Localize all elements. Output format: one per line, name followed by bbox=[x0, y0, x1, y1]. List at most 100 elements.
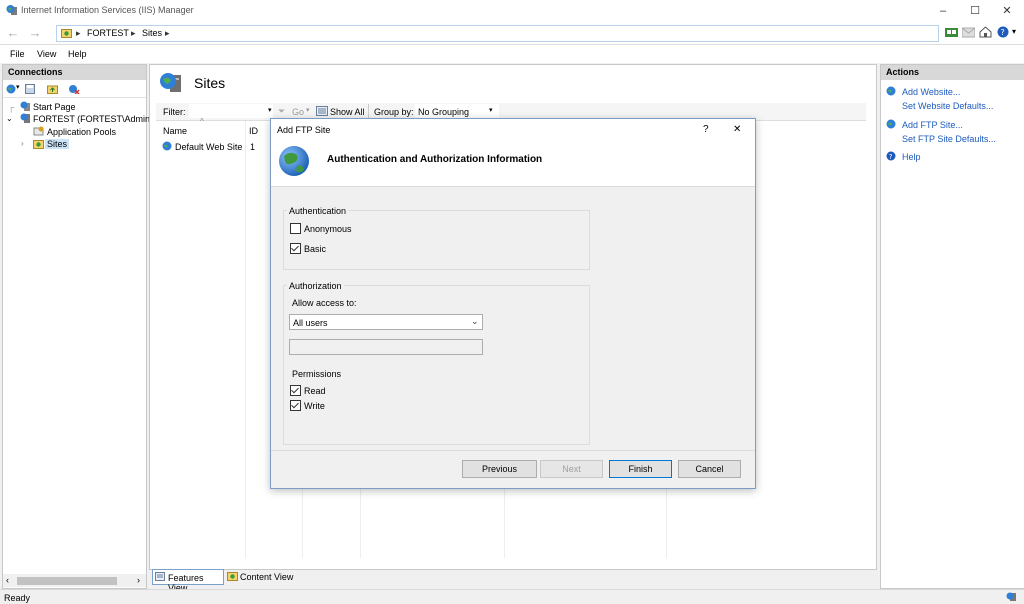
filter-label: Filter: bbox=[163, 107, 186, 117]
help-icon[interactable]: ? bbox=[997, 26, 1009, 38]
allow-access-select[interactable]: All users ⌄ bbox=[289, 314, 483, 330]
globe-icon bbox=[279, 146, 309, 176]
connect-globe-icon[interactable] bbox=[6, 84, 16, 94]
tree-server[interactable]: FORTEST (FORTEST\Administ bbox=[33, 114, 159, 124]
website-globe-icon bbox=[162, 141, 172, 151]
go-dropdown-icon[interactable]: ▾ bbox=[306, 106, 310, 114]
action-add-ftp-site[interactable]: Add FTP Site... bbox=[902, 120, 963, 130]
group-by-select[interactable]: No Grouping ▾ bbox=[415, 104, 499, 118]
finish-button[interactable]: Finish bbox=[609, 460, 672, 478]
dialog-header: Add FTP Site ? ✕ Authentication and Auth… bbox=[271, 119, 755, 187]
status-server-icon bbox=[1006, 592, 1016, 601]
close-window-button[interactable]: ✕ bbox=[994, 3, 1020, 19]
app-pools-icon bbox=[33, 126, 44, 136]
tree-sites[interactable]: Sites bbox=[45, 139, 70, 149]
cancel-button[interactable]: Cancel bbox=[678, 460, 741, 478]
menu-view[interactable]: View bbox=[37, 49, 56, 59]
network-icon[interactable] bbox=[945, 27, 958, 38]
tree-start-page[interactable]: Start Page bbox=[33, 102, 76, 112]
help-dropdown-icon[interactable]: ▾ bbox=[1012, 27, 1016, 36]
window-titlebar: Internet Information Services (IIS) Mana… bbox=[0, 0, 1024, 22]
back-arrow-icon[interactable]: ← bbox=[4, 25, 22, 41]
tree-application-pools[interactable]: Application Pools bbox=[47, 127, 116, 137]
features-view-tab[interactable]: Features View bbox=[152, 569, 224, 593]
menu-file[interactable]: File bbox=[10, 49, 25, 59]
authentication-label: Authentication bbox=[287, 206, 349, 216]
actions-title: Actions bbox=[881, 65, 1024, 80]
column-header-id[interactable]: ID bbox=[249, 126, 258, 136]
tree-line: ┌ bbox=[8, 102, 15, 112]
connections-title: Connections bbox=[3, 65, 146, 80]
scroll-right-icon[interactable]: › bbox=[137, 575, 140, 585]
action-add-website[interactable]: Add Website... bbox=[902, 87, 960, 97]
server-icon bbox=[20, 113, 30, 123]
column-divider bbox=[245, 121, 246, 558]
content-view-tab[interactable]: Content View bbox=[225, 569, 295, 583]
sort-indicator-icon: ^ bbox=[200, 117, 204, 126]
start-page-icon bbox=[20, 101, 30, 111]
breadcrumb-sites[interactable]: Sites bbox=[142, 28, 162, 38]
save-icon[interactable] bbox=[25, 84, 35, 94]
svg-text:?: ? bbox=[889, 153, 893, 161]
toolbar-divider bbox=[368, 104, 369, 118]
action-set-ftp-site-defaults[interactable]: Set FTP Site Defaults... bbox=[902, 134, 996, 144]
status-bar: Ready bbox=[0, 589, 1024, 604]
write-label: Write bbox=[304, 401, 325, 411]
forward-arrow-icon[interactable]: → bbox=[26, 25, 44, 41]
previous-button[interactable]: Previous bbox=[462, 460, 537, 478]
filter-dropdown-icon[interactable]: ▾ bbox=[268, 106, 272, 114]
minimize-button[interactable]: – bbox=[930, 3, 956, 19]
home-icon[interactable] bbox=[979, 26, 992, 38]
dialog-heading: Authentication and Authorization Informa… bbox=[327, 154, 543, 165]
anonymous-label: Anonymous bbox=[304, 224, 352, 234]
chevron-down-icon[interactable]: ⌄ bbox=[471, 316, 479, 327]
group-by-value: No Grouping bbox=[418, 107, 470, 117]
dialog-help-button[interactable]: ? bbox=[703, 124, 709, 135]
breadcrumb-separator: ▸ bbox=[165, 28, 170, 38]
show-all-button[interactable]: Show All bbox=[330, 107, 365, 117]
mail-icon[interactable] bbox=[962, 27, 975, 38]
action-set-website-defaults[interactable]: Set Website Defaults... bbox=[902, 101, 993, 111]
scroll-left-icon[interactable]: ‹ bbox=[6, 575, 9, 585]
users-text-field[interactable] bbox=[289, 339, 483, 355]
help-icon: ? bbox=[886, 151, 896, 161]
go-button[interactable]: Go bbox=[292, 107, 304, 117]
address-path[interactable]: ▸ FORTEST ▸ Sites ▸ bbox=[56, 25, 939, 42]
dialog-close-button[interactable]: ✕ bbox=[733, 124, 741, 135]
content-view-label: Content View bbox=[240, 572, 294, 582]
write-checkbox[interactable] bbox=[290, 400, 301, 411]
authorization-label: Authorization bbox=[287, 281, 344, 291]
next-button[interactable]: Next bbox=[540, 460, 603, 478]
permissions-label: Permissions bbox=[292, 369, 342, 379]
disconnect-icon[interactable] bbox=[69, 84, 80, 94]
page-title: Sites bbox=[194, 75, 226, 91]
read-checkbox[interactable] bbox=[290, 385, 301, 396]
connections-hscrollbar[interactable]: ‹ › bbox=[3, 574, 146, 587]
allow-access-label: Allow access to: bbox=[292, 298, 357, 308]
tree-expand-chevron-icon[interactable]: ⌄ bbox=[6, 114, 13, 123]
sites-header-icon bbox=[160, 73, 181, 92]
scroll-thumb[interactable] bbox=[17, 577, 117, 585]
filter-input[interactable] bbox=[189, 104, 273, 118]
address-bar: ← → ▸ FORTEST ▸ Sites ▸ ? ▾ bbox=[0, 22, 1024, 45]
tree-collapsed-chevron-icon[interactable]: › bbox=[21, 139, 24, 148]
up-folder-icon[interactable] bbox=[47, 84, 58, 94]
read-label: Read bbox=[304, 386, 326, 396]
connect-dropdown-icon[interactable]: ▾ bbox=[16, 83, 20, 91]
content-view-icon bbox=[227, 572, 238, 581]
dialog-title: Add FTP Site bbox=[277, 125, 331, 135]
anonymous-checkbox[interactable] bbox=[290, 223, 301, 234]
add-ftp-site-icon bbox=[886, 119, 896, 129]
sites-folder-icon bbox=[61, 29, 72, 38]
group-by-dropdown-icon[interactable]: ▾ bbox=[489, 106, 493, 114]
action-help[interactable]: Help bbox=[902, 152, 921, 162]
maximize-button[interactable]: ☐ bbox=[962, 3, 988, 19]
connections-toolbar: ▾ bbox=[3, 81, 146, 98]
breadcrumb-separator: ▸ bbox=[131, 28, 136, 38]
basic-checkbox[interactable] bbox=[290, 243, 301, 254]
connections-panel: Connections ▾ ┌ Start Page ⌄ FORTEST (FO… bbox=[2, 64, 159, 589]
menu-help[interactable]: Help bbox=[68, 49, 87, 59]
column-header-name[interactable]: Name bbox=[163, 126, 187, 136]
breadcrumb-fortest[interactable]: FORTEST bbox=[87, 28, 129, 38]
add-website-icon bbox=[886, 86, 896, 96]
